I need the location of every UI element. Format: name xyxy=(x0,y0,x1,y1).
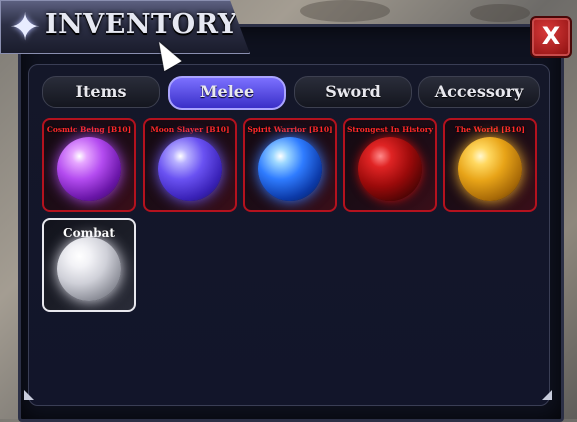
ground-speck xyxy=(300,0,390,22)
white-orb-icon xyxy=(57,236,121,301)
tab-accessory[interactable]: Accessory xyxy=(418,76,540,108)
tab-label: Accessory xyxy=(434,82,524,101)
ground-speck xyxy=(470,4,530,22)
item-name: Strongest In History xyxy=(346,125,434,134)
item-name: Spirit Warrior [B10] xyxy=(247,125,333,134)
tab-melee[interactable]: Melee xyxy=(168,76,286,110)
purple-orb-icon xyxy=(57,136,121,201)
item-name: Moon Slayer [B10] xyxy=(150,125,230,134)
tab-sword[interactable]: Sword xyxy=(294,76,412,108)
item-slot-combat[interactable]: Combat xyxy=(42,218,136,312)
blue-orb-icon xyxy=(258,136,322,201)
close-button[interactable]: X xyxy=(530,16,572,58)
item-slot-the-world[interactable]: The World [B10] xyxy=(443,118,537,212)
indigo-orb-icon xyxy=(158,136,222,201)
title-bar: ✦ INVENTORY xyxy=(0,0,250,54)
tab-label: Melee xyxy=(199,82,255,101)
tab-label: Sword xyxy=(325,82,381,101)
tab-label: Items xyxy=(75,82,127,101)
red-orb-icon xyxy=(358,136,422,201)
close-icon: X xyxy=(541,22,561,50)
four-point-star-icon: ✦ xyxy=(9,5,41,49)
item-slot-strongest-in-history[interactable]: Strongest In History xyxy=(343,118,437,212)
item-slot-moon-slayer[interactable]: Moon Slayer [B10] xyxy=(143,118,237,212)
gold-orb-icon xyxy=(458,136,522,201)
inventory-title: INVENTORY xyxy=(45,9,238,40)
item-slot-spirit-warrior[interactable]: Spirit Warrior [B10] xyxy=(243,118,337,212)
item-slot-cosmic-being[interactable]: Cosmic Being [B10] xyxy=(42,118,136,212)
tab-items[interactable]: Items xyxy=(42,76,160,108)
item-name: The World [B10] xyxy=(455,125,525,134)
item-name: Cosmic Being [B10] xyxy=(46,125,132,134)
